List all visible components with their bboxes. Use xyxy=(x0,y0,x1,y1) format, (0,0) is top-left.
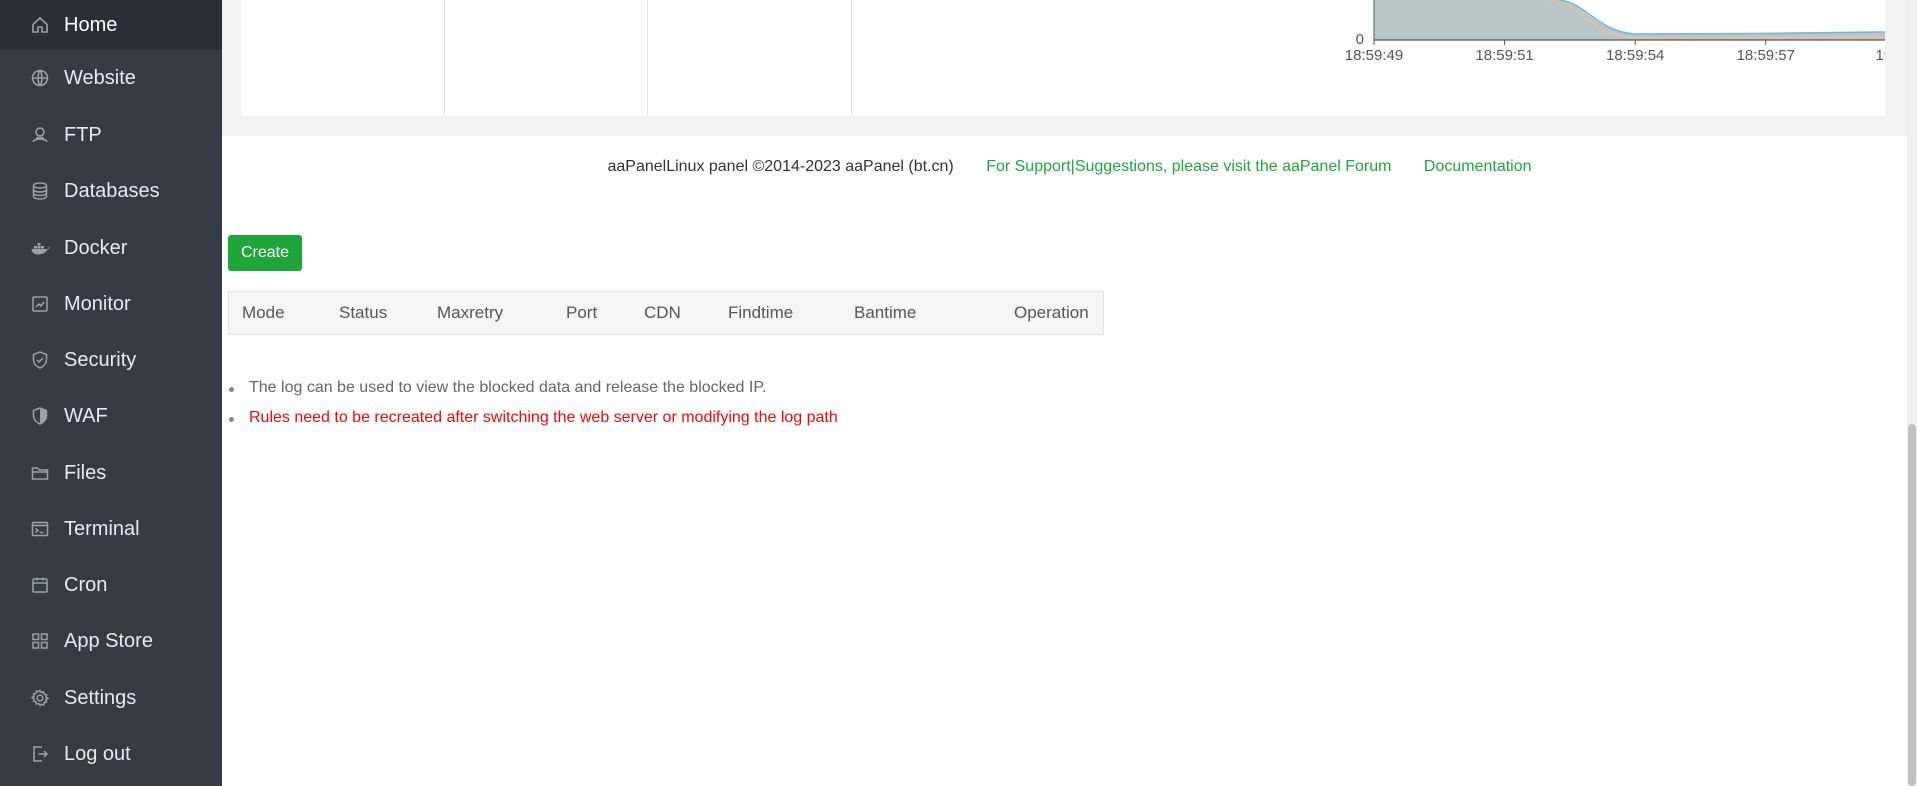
sidebar-item-label: Docker xyxy=(64,236,128,259)
sidebar-item-docker[interactable]: Docker xyxy=(0,223,222,273)
logout-icon xyxy=(30,744,50,764)
create-button[interactable]: Create xyxy=(228,235,302,271)
shield-icon xyxy=(30,406,50,426)
chart-x-tick-label: 19:0:0 xyxy=(1876,47,1885,64)
tip-item: The log can be used to view the blocked … xyxy=(228,378,838,408)
column-header-maxretry: Maxretry xyxy=(437,303,504,322)
card-divider xyxy=(647,0,648,116)
sidebar-item-cron[interactable]: Cron xyxy=(0,560,222,610)
sidebar-item-logout[interactable]: Log out xyxy=(0,729,222,779)
sidebar-item-terminal[interactable]: Terminal xyxy=(0,504,222,554)
sidebar-item-label: Monitor xyxy=(64,292,131,315)
tips-list: The log can be used to view the blocked … xyxy=(228,378,838,438)
home-icon xyxy=(30,15,50,35)
terminal-icon xyxy=(30,519,50,539)
tip-item-warning: Rules need to be recreated after switchi… xyxy=(228,408,838,438)
footer-copyright: aaPanelLinux panel ©2014-2023 aaPanel (b… xyxy=(607,158,954,175)
sidebar-item-label: Databases xyxy=(64,179,160,202)
column-header-cdn: CDN xyxy=(644,303,681,322)
sidebar-item-ftp[interactable]: FTP xyxy=(0,110,222,160)
card-divider xyxy=(444,0,445,116)
chart-x-tick-label: 18:59:57 xyxy=(1737,47,1795,64)
sidebar-item-label: App Store xyxy=(64,629,153,652)
globe-icon xyxy=(30,68,50,88)
traffic-chart: 018:59:4918:59:5118:59:5418:59:5719:0:01… xyxy=(1345,0,1885,64)
sidebar-item-label: Cron xyxy=(64,573,108,596)
sidebar-item-app-store[interactable]: App Store xyxy=(0,616,222,666)
column-header-port: Port xyxy=(566,303,598,322)
database-icon xyxy=(30,181,50,201)
traffic-chart-card: 018:59:4918:59:5118:59:5418:59:5719:0:01… xyxy=(1072,0,1885,116)
sidebar-item-label: Settings xyxy=(64,686,137,709)
gear-icon xyxy=(30,688,50,708)
sidebar-item-label: Files xyxy=(64,461,107,484)
sidebar-item-waf[interactable]: WAF xyxy=(0,391,222,441)
sidebar-item-label: Security xyxy=(64,348,137,371)
footer: aaPanelLinux panel ©2014-2023 aaPanel (b… xyxy=(222,158,1917,176)
monitor-icon xyxy=(30,294,50,314)
column-header-bantime: Bantime xyxy=(854,303,917,322)
ftp-icon xyxy=(30,125,50,145)
sidebar-item-security[interactable]: Security xyxy=(0,335,222,385)
sidebar-item-monitor[interactable]: Monitor xyxy=(0,279,222,329)
docker-icon xyxy=(30,238,50,258)
sidebar: Home Website FTP Databases Docker Monito… xyxy=(0,0,222,786)
calendar-icon xyxy=(30,575,50,595)
sidebar-item-files[interactable]: Files xyxy=(0,448,222,498)
chart-y-tick-label: 0 xyxy=(1356,31,1364,48)
footer-support-link[interactable]: For Support|Suggestions, please visit th… xyxy=(986,158,1391,176)
chart-x-tick-label: 18:59:54 xyxy=(1606,47,1664,64)
chart-x-tick-label: 18:59:49 xyxy=(1345,47,1403,64)
sidebar-item-label: Website xyxy=(64,66,136,89)
chart-x-tick-label: 18:59:51 xyxy=(1475,47,1533,64)
folder-icon xyxy=(30,463,50,483)
sidebar-item-label: Log out xyxy=(64,742,131,765)
footer-docs-link[interactable]: Documentation xyxy=(1424,158,1532,176)
column-header-status: Status xyxy=(339,303,388,322)
scrollbar-thumb[interactable] xyxy=(1908,424,1916,786)
column-header-operation: Operation xyxy=(1014,303,1089,322)
dashboard-panels: 018:59:4918:59:5118:59:5418:59:5719:0:01… xyxy=(222,0,1917,136)
table-header: Mode Status Maxretry Port CDN Findtime B… xyxy=(228,291,1104,335)
sidebar-item-databases[interactable]: Databases xyxy=(0,166,222,216)
main-content: 018:59:4918:59:5118:59:5418:59:5719:0:01… xyxy=(222,0,1917,786)
sidebar-item-label: Home xyxy=(64,13,118,36)
card-divider xyxy=(851,0,852,116)
column-header-findtime: Findtime xyxy=(728,303,794,322)
sidebar-item-home[interactable]: Home xyxy=(0,0,222,50)
sidebar-item-label: FTP xyxy=(64,123,102,146)
sidebar-item-label: WAF xyxy=(64,404,108,427)
sidebar-item-label: Terminal xyxy=(64,517,140,540)
sidebar-item-settings[interactable]: Settings xyxy=(0,673,222,723)
page-scrollbar[interactable] xyxy=(1907,0,1917,786)
sidebar-item-website[interactable]: Website xyxy=(0,53,222,103)
grid-icon xyxy=(30,631,50,651)
column-header-mode: Mode xyxy=(242,303,285,322)
overview-card xyxy=(241,0,1075,116)
shield-check-icon xyxy=(30,350,50,370)
